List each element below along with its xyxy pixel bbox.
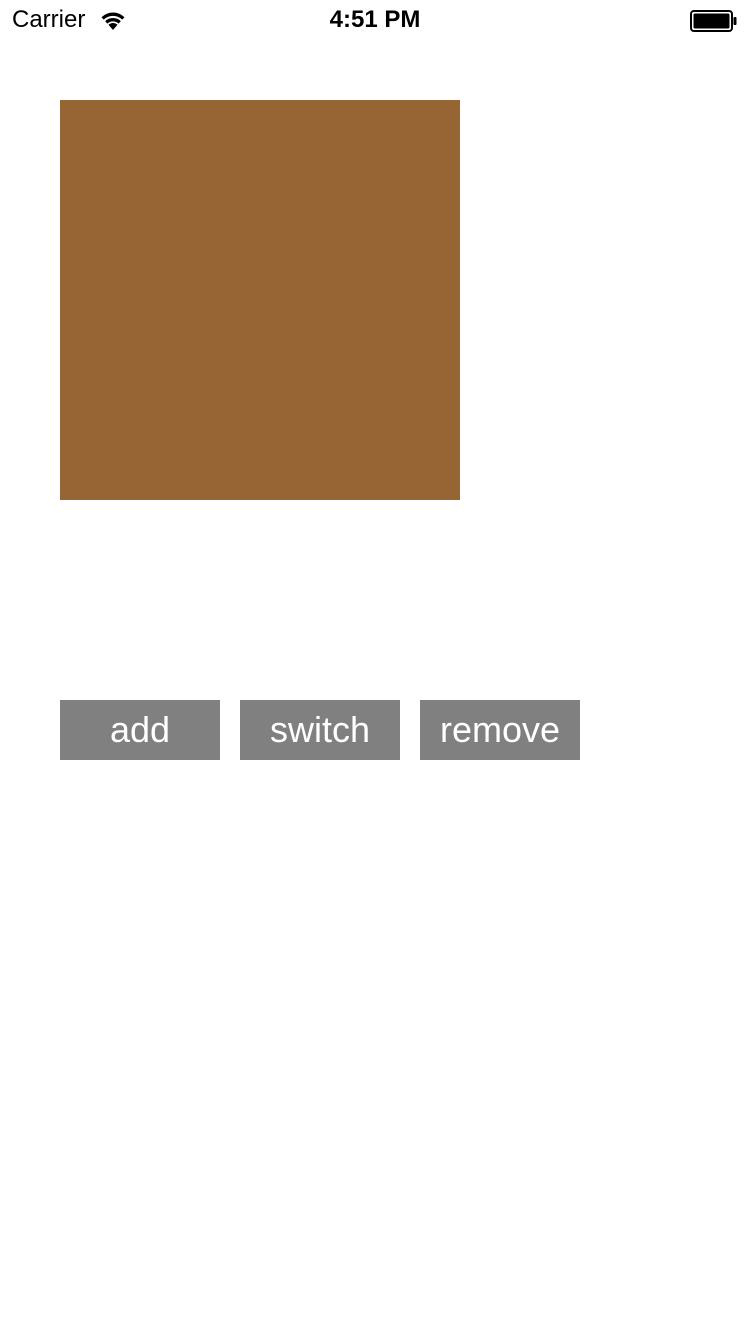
status-time: 4:51 PM [329, 6, 421, 33]
color-box [60, 100, 460, 500]
switch-button[interactable]: switch [240, 700, 400, 760]
remove-button[interactable]: remove [420, 700, 580, 760]
add-button[interactable]: add [60, 700, 220, 760]
status-bar: Carrier 4:51 PM [0, 0, 750, 40]
battery-icon [690, 10, 738, 32]
